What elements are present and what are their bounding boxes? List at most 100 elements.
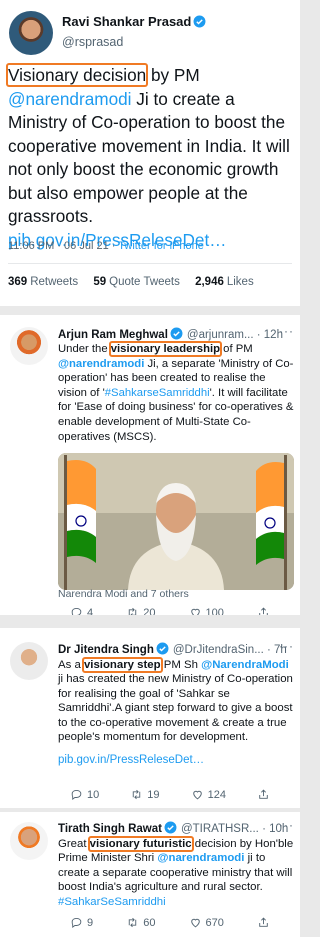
retweet-count: 60	[143, 916, 156, 929]
verified-badge-icon	[193, 15, 206, 28]
more-options-icon[interactable]: ···	[279, 818, 294, 832]
share-button[interactable]	[257, 916, 270, 929]
reply-count: 4	[87, 606, 94, 616]
highlighted-phrase: visionary leadership	[108, 341, 223, 357]
tweet-text-part: Ji to create a Ministry of Co-operation …	[8, 88, 290, 227]
share-icon	[259, 607, 268, 615]
reply-button[interactable]: 9	[70, 916, 93, 929]
likes-label: Likes	[226, 276, 254, 288]
tagged-people[interactable]: Narendra Modi and 7 others	[58, 588, 189, 600]
reply-button[interactable]: 4	[70, 606, 93, 615]
tweet-meta: 11:06 PM · 06 Jul 21 · Twitter for iPhon…	[8, 240, 204, 252]
reply-count: 9	[87, 916, 94, 929]
source-link[interactable]: Twitter for iPhone	[118, 240, 204, 252]
heart-icon	[192, 790, 202, 800]
retweet-count: 20	[143, 606, 156, 616]
mention-link[interactable]: @narendramodi	[8, 89, 132, 109]
highlighted-phrase: visionary futuristic	[87, 836, 194, 852]
tweet-text: As a visionary step PM Sh @NarendraModi …	[58, 657, 296, 744]
quotes-label: Quote Tweets	[109, 276, 180, 288]
tweet-text-part: by PM	[146, 65, 200, 85]
reply-icon	[71, 789, 82, 801]
hashtag-link[interactable]: #SahkarseSamriddhi	[105, 387, 210, 399]
timestamp[interactable]: 11:06 PM · 06 Jul 21 ·	[8, 240, 118, 252]
author-handle[interactable]: @TIRATHSR...	[181, 823, 259, 835]
tweet-text-part: Under the	[58, 343, 111, 355]
reply-button[interactable]: 10	[70, 788, 99, 801]
retweet-button[interactable]: 19	[130, 788, 160, 801]
tweet-header: Tirath Singh Rawat @TIRATHSR... · 10h	[58, 821, 288, 835]
retweets-label: Retweets	[30, 276, 79, 288]
tweet-actions: 10 19 124	[70, 788, 270, 801]
engagement-stats: 369 Retweets 59 Quote Tweets 2,946 Likes	[8, 276, 266, 288]
avatar[interactable]	[10, 327, 48, 365]
tweet-header: Dr Jitendra Singh @DrJitendraSin... · 7h	[58, 642, 287, 656]
author-name-text[interactable]: Ravi Shankar Prasad	[62, 14, 191, 29]
retweet-icon	[128, 917, 137, 928]
quote-tweets-count[interactable]: 59 Quote Tweets	[93, 276, 180, 288]
share-button[interactable]	[257, 606, 270, 615]
share-button[interactable]	[257, 788, 270, 801]
author-handle[interactable]: @DrJitendraSin...	[173, 644, 264, 656]
tweet-text-part: of PM	[220, 343, 253, 355]
author-handle[interactable]: @arjunram...	[187, 329, 254, 341]
likes-count[interactable]: 2,946 Likes	[195, 276, 254, 288]
more-options-icon[interactable]: ···	[279, 639, 294, 653]
like-count: 670	[205, 916, 224, 929]
more-options-icon[interactable]: ···	[279, 324, 294, 338]
photo-illustration	[58, 453, 294, 590]
author-name[interactable]: Tirath Singh Rawat	[58, 823, 162, 835]
heart-icon	[190, 608, 200, 615]
retweets-number: 369	[8, 276, 28, 288]
mention-link[interactable]: @narendramodi	[157, 852, 244, 864]
tweet-text: Visionary decision by PM @narendramodi J…	[5, 63, 298, 252]
verified-badge-icon	[164, 821, 177, 834]
mention-link[interactable]: @NarendraModi	[201, 659, 289, 671]
retweet-button[interactable]: 60	[126, 916, 155, 929]
retweet-icon	[128, 607, 137, 615]
highlighted-phrase: Visionary decision	[5, 63, 149, 87]
author-name[interactable]: Ravi Shankar Prasad	[62, 14, 206, 29]
tweet-text-part: Great	[58, 838, 90, 850]
tweet-card[interactable]: Arjun Ram Meghwal @arjunram... · 12h ··· …	[0, 315, 300, 615]
reply-icon	[71, 607, 82, 615]
author-name[interactable]: Arjun Ram Meghwal	[58, 329, 168, 341]
like-button[interactable]: 670	[189, 916, 224, 929]
quotes-number: 59	[93, 276, 107, 288]
heart-icon	[190, 918, 200, 928]
main-tweet: Ravi Shankar Prasad @rsprasad Visionary …	[0, 0, 300, 306]
tweet-text: Under the visionary leadership of PM @na…	[58, 341, 296, 444]
share-icon	[259, 789, 268, 799]
tweet-actions: 4 20 100	[70, 606, 270, 615]
reply-count: 10	[87, 788, 100, 801]
author-handle[interactable]: @rsprasad	[62, 35, 123, 49]
share-icon	[259, 917, 268, 927]
like-button[interactable]: 124	[191, 788, 226, 801]
like-button[interactable]: 100	[189, 606, 224, 615]
like-count: 124	[207, 788, 226, 801]
avatar[interactable]	[9, 11, 53, 55]
retweet-icon	[133, 789, 141, 800]
tweet-text: Great visionary futuristic decision by H…	[58, 836, 296, 909]
tweet-photo[interactable]	[58, 453, 294, 590]
author-name[interactable]: Dr Jitendra Singh	[58, 644, 154, 656]
tweet-header: Arjun Ram Meghwal @arjunram... · 12h	[58, 327, 283, 341]
retweets-count[interactable]: 369 Retweets	[8, 276, 78, 288]
like-count: 100	[205, 606, 224, 616]
mention-link[interactable]: @narendramodi	[58, 358, 144, 370]
reply-icon	[71, 917, 82, 929]
likes-number: 2,946	[195, 276, 224, 288]
avatar[interactable]	[10, 822, 48, 860]
tweet-card[interactable]: Tirath Singh Rawat @TIRATHSR... · 10h ···…	[0, 812, 300, 937]
highlighted-phrase: visionary step	[81, 657, 163, 673]
hashtag-link[interactable]: #SahkarSeSamriddhi	[58, 896, 166, 908]
tweet-card[interactable]: Dr Jitendra Singh @DrJitendraSin... · 7h …	[0, 628, 300, 808]
avatar[interactable]	[10, 642, 48, 680]
divider	[8, 263, 292, 264]
tweet-text-part: ji has created the new Ministry of Co-op…	[58, 673, 293, 744]
tweet-text-part: PM Sh	[160, 659, 202, 671]
retweet-count: 19	[147, 788, 160, 801]
url-link[interactable]: pib.gov.in/PressReleseDet…	[58, 754, 204, 766]
retweet-button[interactable]: 20	[126, 606, 155, 615]
verified-badge-icon	[170, 327, 183, 340]
